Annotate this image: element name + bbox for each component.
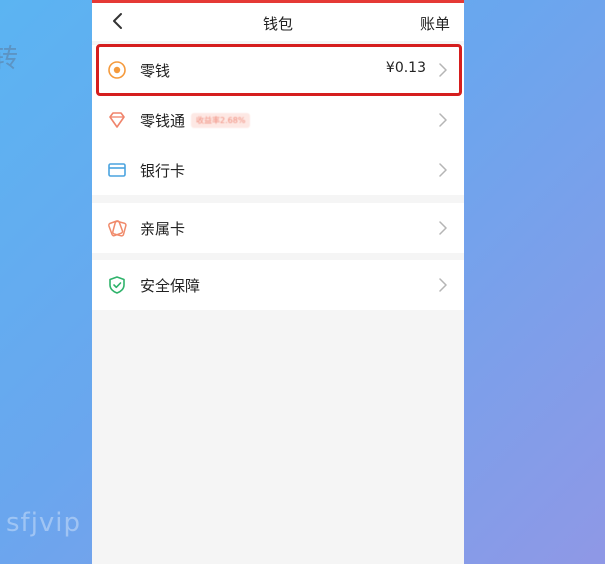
bank-card-icon [108, 163, 126, 177]
yield-badge: 收益率2.68% [191, 112, 251, 128]
list-item-security[interactable]: 安全保障 [92, 260, 464, 310]
nav-bar: 钱包 账单 [92, 3, 464, 41]
watermark-text: sfjvip [6, 508, 82, 538]
list-item-bank-card[interactable]: 银行卡 [92, 145, 464, 195]
list-item-family-card[interactable]: 亲属卡 [92, 203, 464, 253]
list-item-label: 银行卡 [140, 161, 186, 180]
chevron-right-icon [439, 278, 447, 292]
shield-check-icon [109, 276, 125, 294]
chevron-right-icon [439, 163, 447, 177]
family-card-icon [108, 220, 127, 237]
chevron-right-icon [439, 221, 447, 235]
diamond-icon [109, 112, 125, 128]
list-item-lingqiantong[interactable]: 零钱通 收益率2.68% [92, 95, 464, 145]
bill-button[interactable]: 账单 [420, 13, 450, 34]
page-title: 钱包 [262, 15, 293, 33]
background-text-fragment: 转 [0, 44, 19, 74]
list-item-label: 安全保障 [140, 276, 201, 295]
list-item-label: 亲属卡 [140, 219, 186, 238]
chevron-right-icon [439, 113, 447, 127]
highlight-box [96, 44, 462, 96]
list-item-label: 零钱通 [140, 111, 186, 130]
